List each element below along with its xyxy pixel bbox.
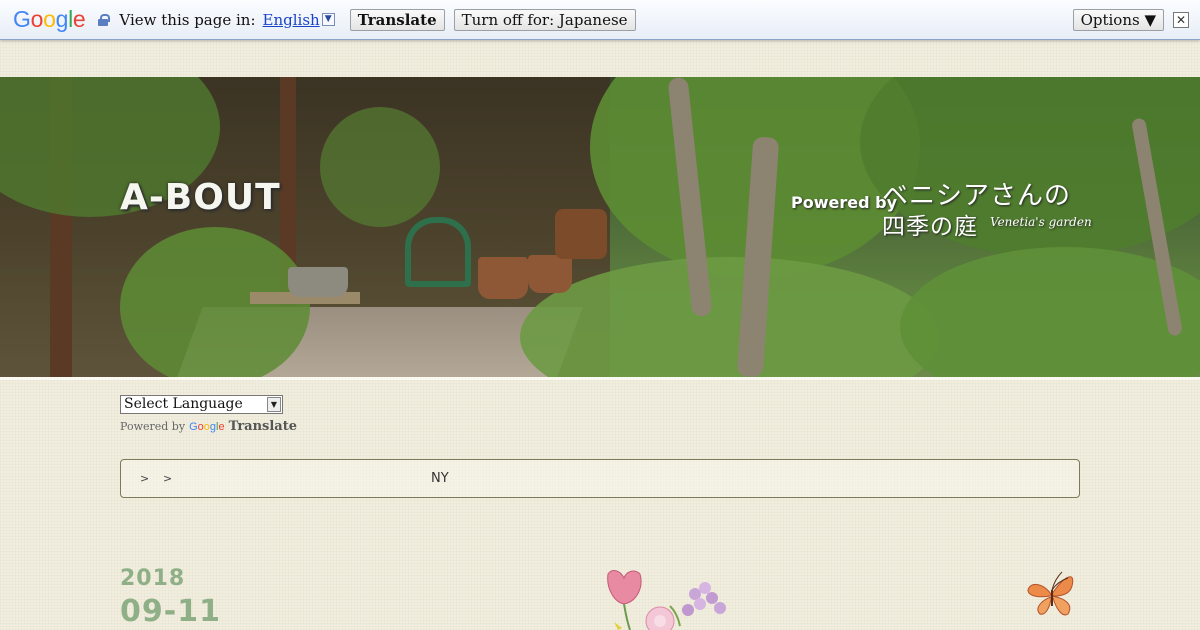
banner-divider (0, 377, 1200, 380)
flower-decoration-icon (607, 570, 726, 630)
logo-letter: G (189, 420, 198, 433)
banner-chair (405, 217, 471, 287)
powered-by-google-translate: Powered by Google Translate (120, 419, 297, 434)
banner-pot (288, 267, 348, 297)
translate-link[interactable]: Translate (229, 419, 297, 434)
garden-title-line2: 四季の庭 (882, 214, 978, 240)
logo-letter: o (43, 6, 56, 32)
language-select-value: Select Language (124, 396, 243, 412)
chevron-down-icon: ▼ (267, 397, 281, 412)
banner-pot (528, 255, 572, 293)
garden-script: Venetia's garden (990, 215, 1092, 229)
logo-letter: e (72, 6, 86, 32)
translate-button[interactable]: Translate (349, 8, 445, 31)
logo-letter: o (30, 6, 44, 32)
logo-letter: e (218, 420, 225, 433)
breadcrumb-separator: > (163, 472, 173, 485)
breadcrumb-current: NY (431, 471, 449, 486)
banner-pot (478, 257, 528, 299)
google-logo: Google (13, 6, 86, 33)
banner-barrel (555, 209, 607, 259)
options-button[interactable]: Options ▼ (1072, 8, 1164, 31)
language-link[interactable]: English (263, 11, 320, 29)
butterfly-icon (1027, 571, 1074, 616)
logo-letter: g (55, 6, 69, 32)
post-date-month-day: 09-11 (120, 594, 221, 629)
close-icon[interactable]: ✕ (1173, 11, 1189, 28)
banner-foliage (900, 247, 1200, 377)
breadcrumb: > > NY (120, 459, 1080, 498)
powered-by-label: Powered by (120, 420, 186, 433)
lock-icon (98, 13, 111, 26)
site-title[interactable]: A-BOUT (120, 177, 281, 218)
turn-off-button[interactable]: Turn off for: Japanese (453, 8, 636, 31)
google-logo-small[interactable]: Google (189, 421, 225, 433)
language-select[interactable]: Select Language ▼ (120, 395, 283, 414)
breadcrumb-separator: > (140, 472, 150, 485)
google-translate-bar: Google View this page in: English ▼ Tran… (0, 0, 1200, 40)
banner-foliage (320, 107, 440, 227)
logo-letter: G (13, 6, 31, 32)
view-page-label: View this page in: (119, 10, 256, 29)
header-banner: A-BOUT Powered by ベニシアさんの 四季の庭 Venetia's… (0, 77, 1200, 377)
dropdown-arrow-icon[interactable]: ▼ (321, 13, 335, 26)
post-date-year: 2018 (120, 566, 186, 591)
